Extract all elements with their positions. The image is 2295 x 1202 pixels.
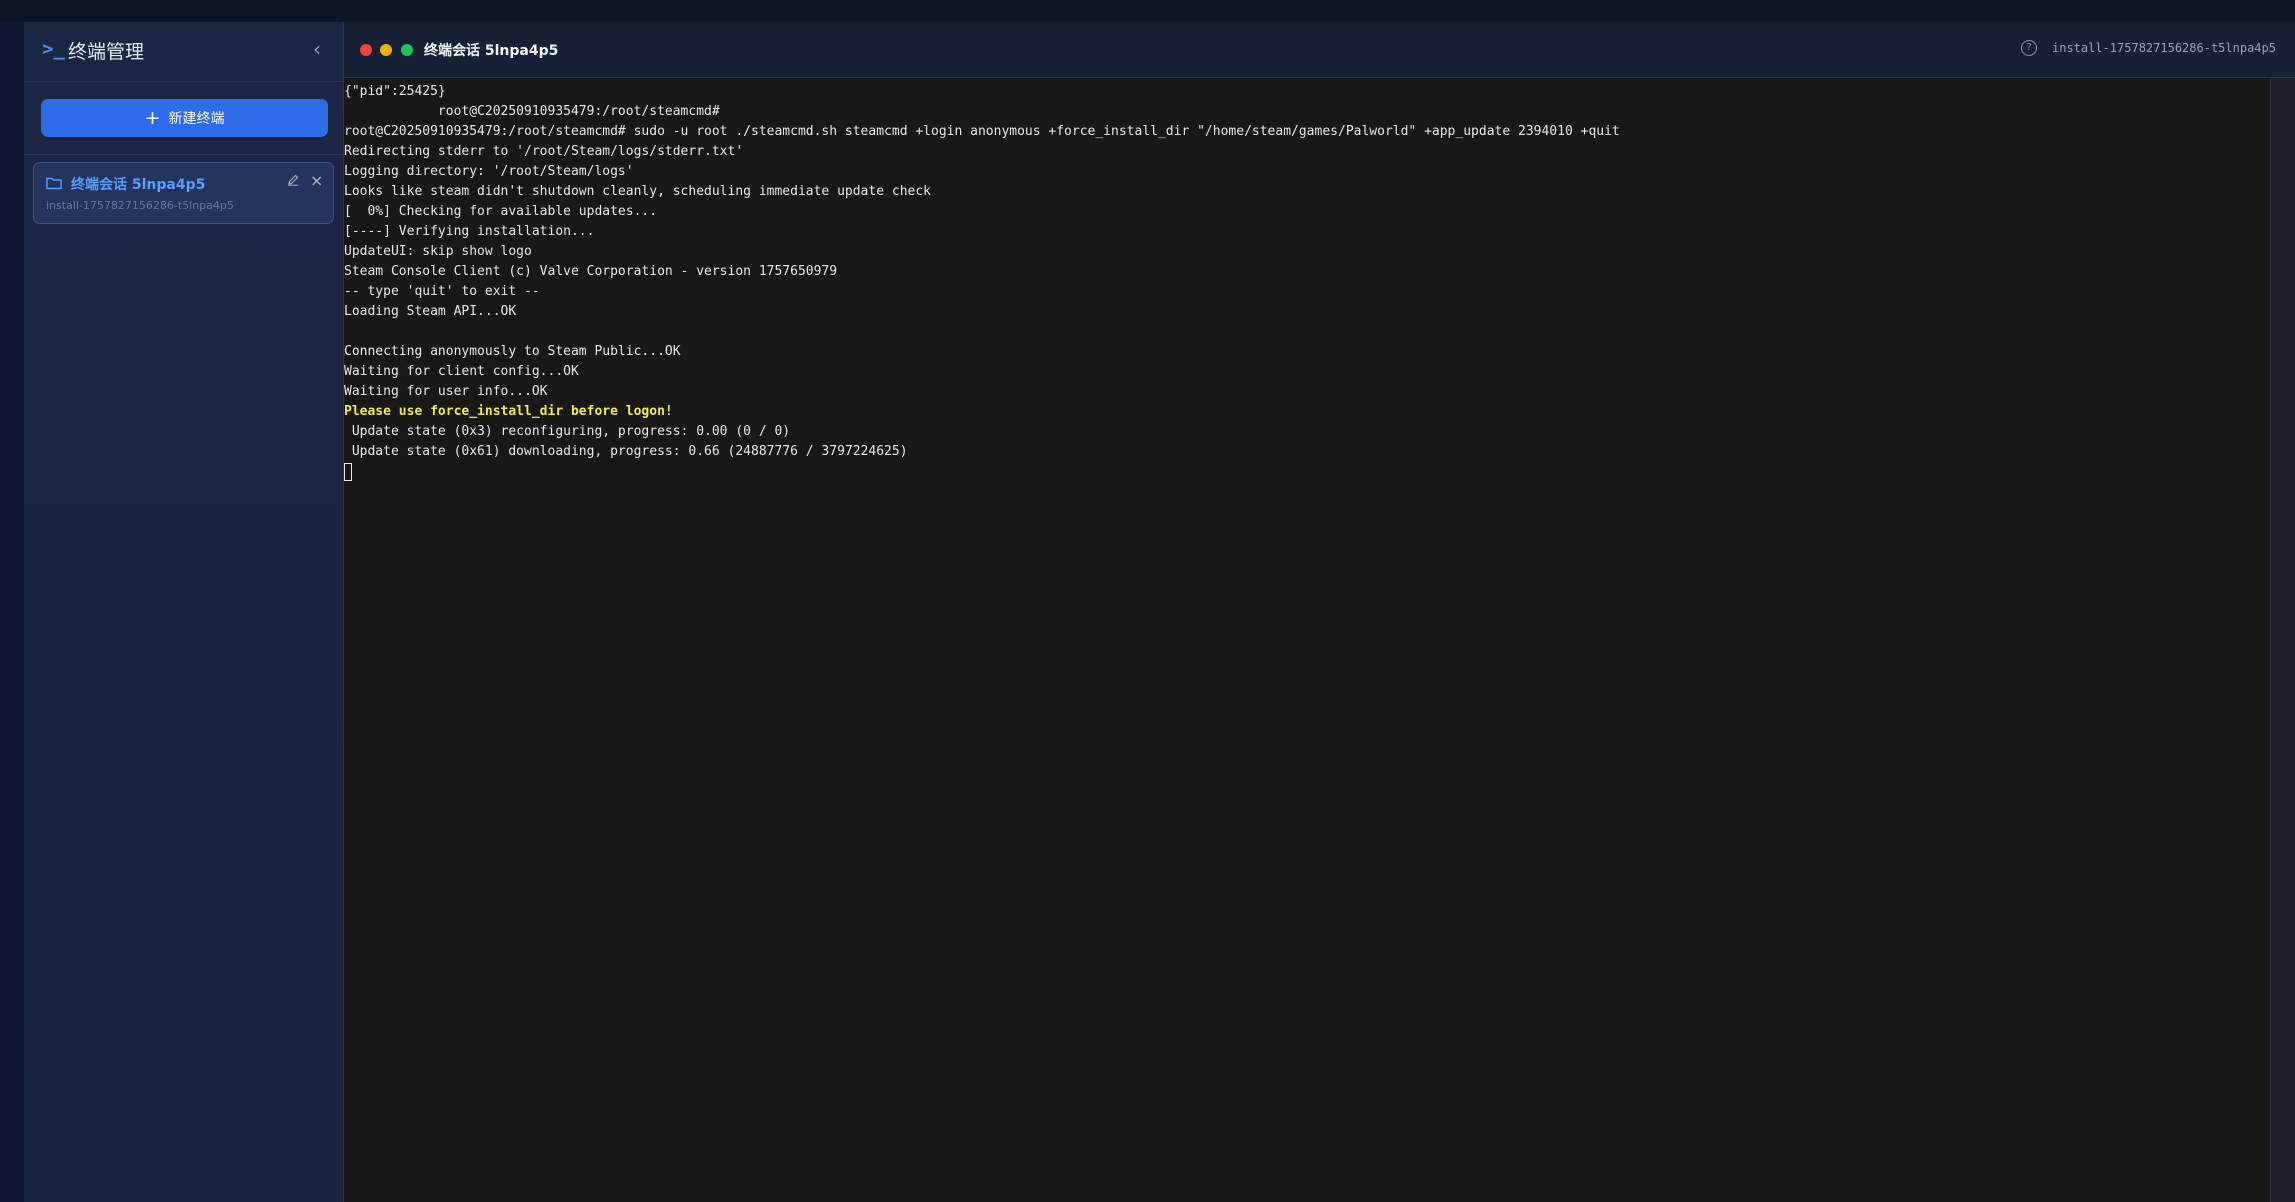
terminal-line: Waiting for user info...OK bbox=[344, 384, 548, 399]
sidebar-title: 终端管理 bbox=[68, 41, 145, 63]
terminal-session-id: install-1757827156286-t5lnpa4p5 bbox=[2052, 41, 2276, 55]
plus-icon: + bbox=[144, 106, 161, 129]
terminal-icon: >_ bbox=[42, 38, 65, 60]
terminal-line: Redirecting stderr to '/root/Steam/logs/… bbox=[344, 144, 744, 159]
session-id: install-1757827156286-t5lnpa4p5 bbox=[46, 199, 234, 212]
session-item[interactable]: 终端会话 5lnpa4p5 install-1757827156286-t5ln… bbox=[33, 162, 334, 224]
collapse-sidebar-icon[interactable]: ‹ bbox=[304, 36, 330, 62]
terminal-prompt-line bbox=[344, 462, 2270, 482]
terminal-line: root@C20250910935479:/root/steamcmd# sud… bbox=[344, 124, 1620, 139]
terminal-line: root@C20250910935479:/root/steamcmd# bbox=[344, 104, 720, 119]
terminal-header: 终端会话 5lnpa4p5 ? install-1757827156286-t5… bbox=[344, 22, 2295, 78]
terminal-scrollbar[interactable] bbox=[2270, 78, 2295, 1202]
terminal-panel: 终端会话 5lnpa4p5 ? install-1757827156286-t5… bbox=[344, 22, 2295, 1202]
terminal-line: Logging directory: '/root/Steam/logs' bbox=[344, 164, 634, 179]
sidebar: >_ 终端管理 ‹ + 新建终端 终端会话 5lnpa4p5 install-1… bbox=[24, 22, 344, 1202]
top-strip bbox=[0, 0, 2295, 22]
terminal-line: [ 0%] Checking for available updates... bbox=[344, 204, 658, 219]
terminal-warning-line: Please use force_install_dir before logo… bbox=[344, 404, 673, 419]
terminal-title: 终端会话 5lnpa4p5 bbox=[424, 43, 559, 59]
session-name: 终端会话 5lnpa4p5 bbox=[71, 177, 206, 193]
sidebar-divider bbox=[24, 154, 344, 155]
window-maximize-dot[interactable] bbox=[401, 44, 413, 56]
terminal-line: Update state (0x61) downloading, progres… bbox=[344, 444, 908, 459]
new-terminal-button[interactable]: + 新建终端 bbox=[41, 99, 328, 137]
folder-icon bbox=[46, 175, 62, 194]
close-icon[interactable]: × bbox=[310, 171, 323, 190]
terminal-line: -- type 'quit' to exit -- bbox=[344, 284, 540, 299]
terminal-output[interactable]: {"pid":25425} root@C20250910935479:/root… bbox=[344, 78, 2270, 1202]
terminal-line: UpdateUI: skip show logo bbox=[344, 244, 532, 259]
window-minimize-dot[interactable] bbox=[380, 44, 392, 56]
terminal-line: Waiting for client config...OK bbox=[344, 364, 579, 379]
terminal-line: [----] Verifying installation... bbox=[344, 224, 595, 239]
new-terminal-label: 新建终端 bbox=[168, 111, 225, 127]
edit-icon[interactable] bbox=[287, 174, 299, 190]
terminal-line: {"pid":25425} bbox=[344, 84, 446, 99]
terminal-line: Loading Steam API...OK bbox=[344, 304, 517, 319]
terminal-line: Steam Console Client (c) Valve Corporati… bbox=[344, 264, 838, 279]
left-gutter bbox=[0, 22, 24, 1202]
sidebar-header: >_ 终端管理 ‹ bbox=[24, 22, 344, 82]
terminal-line: Connecting anonymously to Steam Public..… bbox=[344, 344, 681, 359]
window-close-dot[interactable] bbox=[360, 44, 372, 56]
help-icon[interactable]: ? bbox=[2021, 40, 2037, 56]
terminal-cursor bbox=[344, 462, 352, 481]
terminal-line: Update state (0x3) reconfiguring, progre… bbox=[344, 424, 791, 439]
terminal-line: Looks like steam didn't shutdown cleanly… bbox=[344, 184, 931, 199]
